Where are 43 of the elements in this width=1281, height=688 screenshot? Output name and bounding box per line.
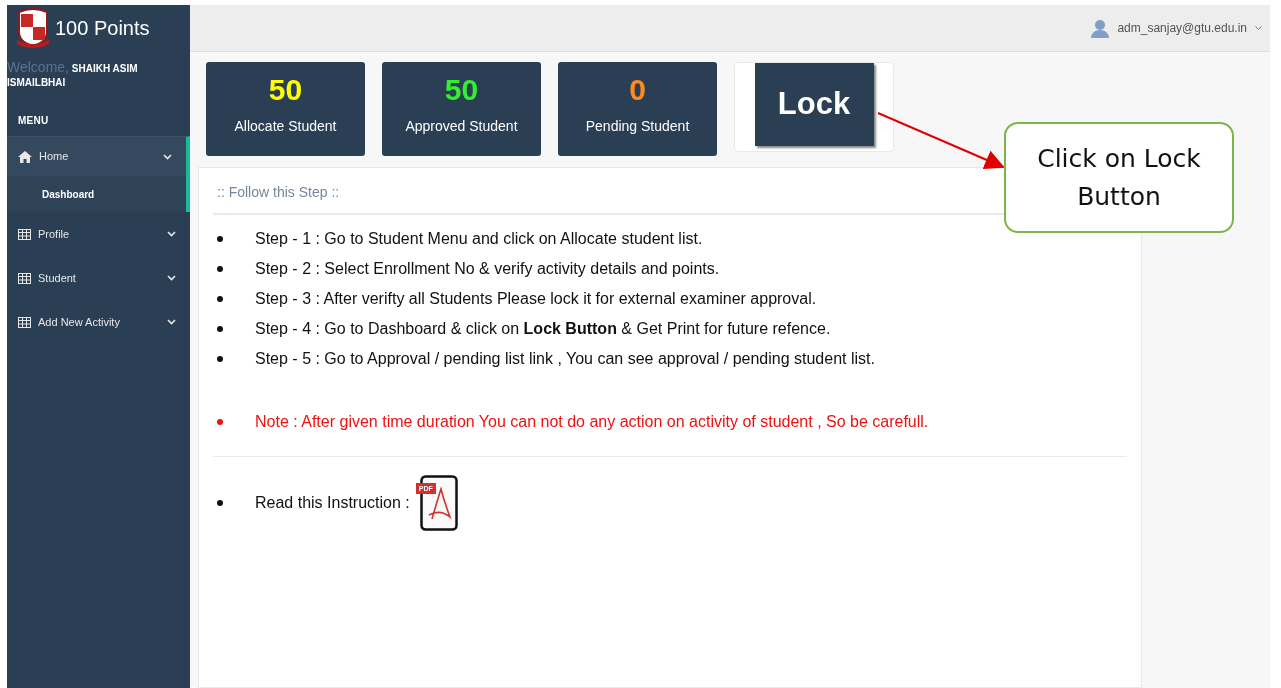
step-text: Step - 2 : Select Enrollment No & verify activity details and points. — [255, 259, 720, 278]
menu-item[interactable]: Student — [7, 258, 190, 298]
stat-label: Allocate Student — [234, 117, 337, 136]
menu-item[interactable]: Add New Activity — [7, 302, 190, 342]
home-icon — [18, 150, 32, 163]
bullet — [217, 265, 223, 272]
bullet — [217, 295, 223, 302]
menu-item[interactable]: Home — [7, 136, 190, 176]
stat-label: Approved Student — [405, 117, 518, 136]
user-icon — [1091, 18, 1110, 38]
step-text: Step - 5 : Go to Approval / pending list link , You can see approval / pending student list. — [255, 349, 875, 368]
welcome-text: Welcome, SHAIKH ASIM ISMAILBHAI — [7, 61, 139, 89]
step-text: Step - 3 : After verifty all Students Please lock it for external examiner approval. — [255, 289, 817, 308]
menu-item[interactable]: Profile — [7, 214, 190, 254]
pdf-file-icon — [419, 475, 458, 531]
chevron-down-icon — [163, 153, 172, 160]
submenu-item[interactable]: Dashboard — [7, 176, 190, 212]
table-icon — [18, 228, 31, 240]
bullet — [217, 500, 223, 506]
step-text: Step - 1 : Go to Student Menu and click on Allocate student list. — [255, 229, 703, 248]
bullet — [217, 355, 223, 362]
menu-heading: MENU — [17, 114, 50, 128]
crest-logo — [15, 8, 51, 48]
lock-button[interactable]: Lock — [754, 63, 874, 146]
bullet — [217, 325, 223, 332]
chevron-down-icon — [167, 231, 176, 237]
table-icon — [18, 272, 31, 284]
chevron-down-icon — [167, 319, 176, 325]
chevron-down-icon — [1255, 25, 1262, 31]
callout: Click on Lock Button — [1004, 122, 1234, 233]
note-text: Note : After given time duration You can not do any action on activity of student , So be carefull. — [255, 412, 929, 432]
chevron-down-icon — [167, 275, 176, 281]
step-text: Step - 4 : Go to Dashboard & click on Lock Button & Get Print for future refence. — [255, 319, 831, 338]
stat-value: 50 — [444, 72, 479, 108]
user-menu[interactable]: adm_sanjay@gtu.edu.in — [1091, 18, 1262, 38]
stat-value: 0 — [629, 72, 646, 108]
table-icon — [18, 316, 31, 328]
stat-label: Pending Student — [585, 117, 690, 136]
bullet — [217, 419, 223, 425]
instruction-text: Read this Instruction : — [255, 493, 410, 513]
stat-value: 50 — [268, 72, 303, 108]
bullet — [217, 235, 223, 242]
brand-title: 100 Points — [55, 16, 150, 41]
